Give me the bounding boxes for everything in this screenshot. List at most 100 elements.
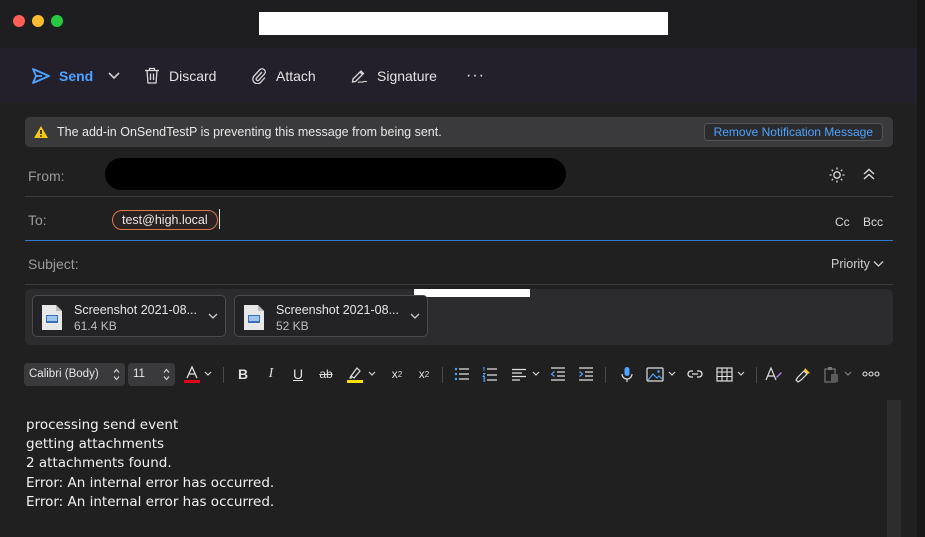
attachment-card[interactable]: Screenshot 2021-08... 61.4 KB xyxy=(32,295,226,337)
to-label: To: xyxy=(28,212,47,228)
paste-dropdown[interactable] xyxy=(843,364,853,384)
send-options-button[interactable] xyxy=(107,48,130,103)
stepper-icon xyxy=(163,368,170,381)
notification-banner: The add-in OnSendTestP is preventing thi… xyxy=(25,117,893,147)
styles-icon xyxy=(765,366,782,381)
table-icon xyxy=(715,366,733,382)
font-size-value: 11 xyxy=(133,368,145,380)
insert-link-button[interactable] xyxy=(685,364,705,384)
outdent-icon xyxy=(550,367,565,381)
discard-button[interactable]: Discard xyxy=(144,48,216,103)
subject-row: Subject: Priority xyxy=(25,241,893,285)
warning-icon xyxy=(34,126,48,138)
signature-button[interactable]: Signature xyxy=(350,48,437,103)
trash-icon xyxy=(145,67,159,84)
italic-button[interactable]: I xyxy=(263,364,279,384)
to-row: To: test@high.local Cc Bcc xyxy=(25,197,893,241)
image-file-icon xyxy=(42,305,62,330)
strikethrough-button[interactable]: ab xyxy=(317,364,335,384)
font-color-button[interactable] xyxy=(183,364,201,384)
bullet-list-icon xyxy=(454,367,469,381)
format-painter-button[interactable] xyxy=(793,364,813,384)
insert-picture-dropdown[interactable] xyxy=(667,364,677,384)
close-window-button[interactable] xyxy=(13,15,25,27)
banner-message: The add-in OnSendTestP is preventing thi… xyxy=(57,125,442,139)
window-title-redacted xyxy=(259,12,668,35)
numbered-list-button[interactable] xyxy=(481,364,499,384)
font-family-select[interactable]: Calibri (Body) xyxy=(24,363,125,386)
priority-label: Priority xyxy=(831,257,870,271)
link-icon xyxy=(687,370,703,378)
numbered-list-icon xyxy=(482,366,497,381)
insert-table-button[interactable] xyxy=(714,364,734,384)
more-icon xyxy=(862,371,880,377)
align-button[interactable] xyxy=(510,364,528,384)
attach-label: Attach xyxy=(276,67,316,84)
attachment-name: Screenshot 2021-08... xyxy=(74,303,197,317)
attachment-card[interactable]: Screenshot 2021-08... 52 KB xyxy=(234,295,428,337)
body-scrollbar[interactable] xyxy=(887,400,901,537)
microphone-icon xyxy=(621,366,633,382)
paperclip-icon xyxy=(252,68,266,84)
priority-dropdown[interactable]: Priority xyxy=(831,257,884,271)
clipboard-icon xyxy=(823,366,838,383)
cc-button[interactable]: Cc xyxy=(835,215,850,229)
picture-icon xyxy=(646,366,664,382)
paintbrush-icon xyxy=(794,367,810,383)
chevron-down-icon[interactable] xyxy=(410,313,420,320)
chevron-down-icon[interactable] xyxy=(208,313,218,320)
separator xyxy=(223,367,224,383)
highlight-dropdown[interactable] xyxy=(367,364,377,384)
underline-button[interactable]: U xyxy=(290,364,306,384)
dictate-button[interactable] xyxy=(618,364,636,384)
window-edge xyxy=(917,0,925,537)
sun-icon[interactable] xyxy=(829,167,845,183)
increase-indent-button[interactable] xyxy=(577,364,595,384)
highlight-button[interactable] xyxy=(346,364,364,384)
superscript-button[interactable]: x2 xyxy=(388,364,406,384)
chevron-down-icon xyxy=(844,371,852,376)
font-color-dropdown[interactable] xyxy=(203,364,213,384)
more-options-button[interactable]: ··· xyxy=(466,48,485,103)
highlighter-icon xyxy=(347,366,363,383)
body-line: processing send event xyxy=(26,417,179,433)
bold-button[interactable]: B xyxy=(235,364,251,384)
attachment-size: 61.4 KB xyxy=(74,319,117,333)
separator xyxy=(756,367,757,383)
recipient-chip[interactable]: test@high.local xyxy=(112,210,218,230)
insert-picture-button[interactable] xyxy=(645,364,665,384)
send-icon xyxy=(32,67,50,84)
subscript-button[interactable]: x2 xyxy=(415,364,433,384)
decrease-indent-button[interactable] xyxy=(549,364,567,384)
align-left-icon xyxy=(512,368,526,381)
more-formatting-button[interactable] xyxy=(861,364,881,384)
body-line: Error: An internal error has occurred. xyxy=(26,475,275,491)
minimize-window-button[interactable] xyxy=(32,15,44,27)
paste-button[interactable] xyxy=(822,364,840,384)
to-input-caret[interactable] xyxy=(219,209,220,229)
align-dropdown[interactable] xyxy=(531,364,541,384)
bcc-button[interactable]: Bcc xyxy=(863,215,883,229)
font-size-select[interactable]: 11 xyxy=(128,363,175,386)
separator xyxy=(442,367,443,383)
attach-button[interactable]: Attach xyxy=(251,48,316,103)
chevron-down-icon xyxy=(668,371,676,376)
collapse-header-icon[interactable] xyxy=(861,166,877,182)
send-button[interactable]: Send xyxy=(32,48,93,103)
discard-label: Discard xyxy=(169,67,217,84)
separator xyxy=(605,367,606,383)
font-family-value: Calibri (Body) xyxy=(29,368,99,380)
zoom-window-button[interactable] xyxy=(51,15,63,27)
from-account-redacted[interactable] xyxy=(105,158,566,190)
from-label: From: xyxy=(28,168,65,184)
chevron-down-icon xyxy=(368,371,376,376)
attachment-size: 52 KB xyxy=(276,319,309,333)
styles-button[interactable] xyxy=(764,364,784,384)
subject-label: Subject: xyxy=(28,256,79,272)
message-body[interactable]: processing send event getting attachment… xyxy=(0,403,917,537)
chevron-down-icon xyxy=(737,371,745,376)
remove-notification-button[interactable]: Remove Notification Message xyxy=(703,123,883,141)
image-file-icon xyxy=(244,305,264,330)
insert-table-dropdown[interactable] xyxy=(736,364,746,384)
bulleted-list-button[interactable] xyxy=(453,364,471,384)
